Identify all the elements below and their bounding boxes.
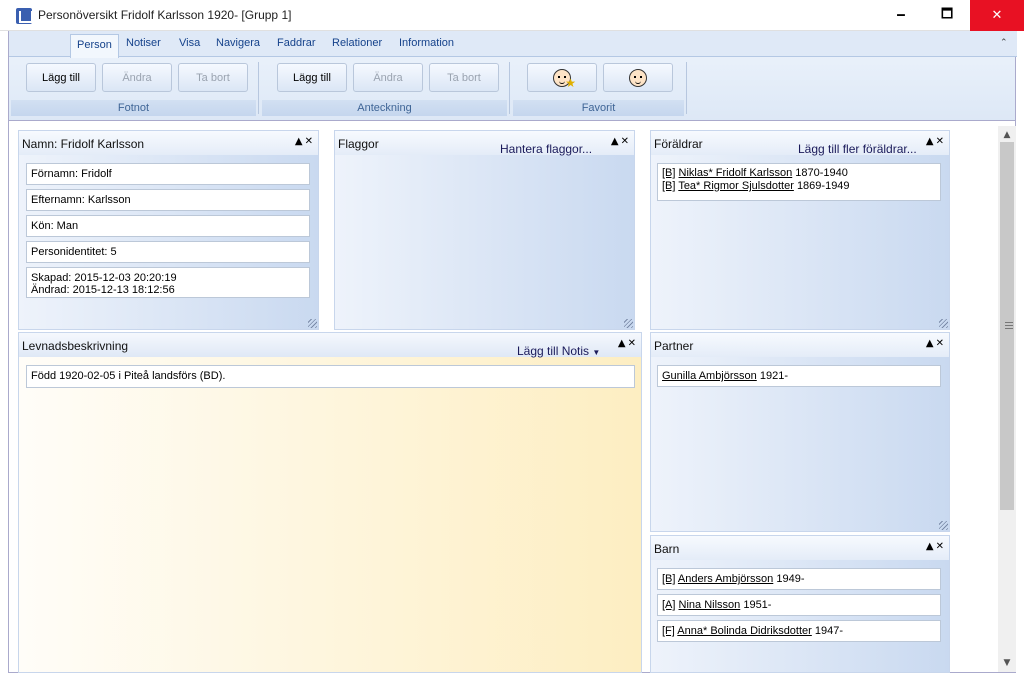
ribbon-tabs: Person Notiser Visa Navigera Faddrar Rel… [9, 31, 1017, 58]
group-label-fotnot: Fotnot [11, 100, 256, 116]
vertical-scrollbar[interactable]: ▲ ▼ [998, 126, 1016, 672]
work-area: Namn: Fridolf Karlsson ▲✕ Förnamn: Frido… [8, 120, 1016, 673]
resize-grip-icon[interactable] [939, 521, 948, 530]
group-divider [686, 62, 687, 114]
panel-controls[interactable]: ▲✕ [295, 136, 315, 147]
panel-namn: Namn: Fridolf Karlsson ▲✕ Förnamn: Frido… [18, 130, 319, 330]
created-modified-field[interactable]: Skapad: 2015-12-03 20:20:19 Ändrad: 2015… [26, 267, 310, 298]
biography-text[interactable]: Född 1920-02-05 i Piteå landsförs (BD). [26, 365, 635, 388]
panel-controls[interactable]: ▲✕ [618, 338, 638, 349]
group-favorit: ★ Favorit [513, 58, 687, 118]
panel-title: Föräldrar [654, 137, 703, 151]
anteckning-delete-button[interactable]: Ta bort [429, 63, 499, 92]
tab-information[interactable]: Information [399, 37, 454, 49]
app-icon [16, 8, 33, 24]
panel-title: Flaggor [338, 137, 379, 151]
title-bar: Personöversikt Fridolf Karlsson 1920- [G… [0, 0, 1024, 31]
close-button[interactable]: ✕ [970, 0, 1024, 31]
panel-controls[interactable]: ▲✕ [926, 338, 946, 349]
partner-list: Gunilla Ambjörsson 1921- [657, 365, 941, 387]
ribbon: Person Notiser Visa Navigera Faddrar Rel… [8, 31, 1017, 120]
group-fotnot: Lägg till Ändra Ta bort Fotnot [11, 58, 259, 118]
scroll-down-icon[interactable]: ▼ [998, 654, 1016, 672]
face-icon [629, 68, 647, 87]
face-star-icon: ★ [553, 68, 576, 90]
list-item[interactable]: [B] Niklas* Fridolf Karlsson 1870-1940 [662, 167, 940, 180]
ribbon-collapse-icon[interactable]: ⌃ [1000, 38, 1009, 48]
maximize-button[interactable]: 🗖 [924, 0, 970, 31]
resize-grip-icon[interactable] [939, 319, 948, 328]
anteckning-add-button[interactable]: Lägg till [277, 63, 347, 92]
fotnot-edit-button[interactable]: Ändra [102, 63, 172, 92]
panel-foraldrar: Föräldrar Lägg till fler föräldrar... ▲✕… [650, 130, 950, 330]
panel-partner: Partner ▲✕ Gunilla Ambjörsson 1921- [650, 332, 950, 532]
panel-barn: Barn ▲✕ [B] Anders Ambjörsson 1949- [A] … [650, 535, 950, 673]
fotnot-delete-button[interactable]: Ta bort [178, 63, 248, 92]
person-id-field[interactable]: Personidentitet: 5 [26, 241, 310, 263]
list-item[interactable]: [B] Tea* Rigmor Sjulsdotter 1869-1949 [662, 180, 940, 193]
group-label-favorit: Favorit [513, 100, 684, 116]
resize-grip-icon[interactable] [308, 319, 317, 328]
manage-flags-link[interactable]: Hantera flaggor... [500, 142, 592, 156]
minimize-button[interactable]: 🗕 [878, 0, 924, 31]
parents-list: [B] Niklas* Fridolf Karlsson 1870-1940 [… [657, 163, 941, 201]
add-parents-link[interactable]: Lägg till fler föräldrar... [798, 142, 917, 156]
group-divider [258, 62, 259, 114]
firstname-field[interactable]: Förnamn: Fridolf [26, 163, 310, 185]
panel-controls[interactable]: ▲✕ [926, 541, 946, 552]
panel-controls[interactable]: ▲✕ [926, 136, 946, 147]
panel-controls[interactable]: ▲✕ [611, 136, 631, 147]
tab-person[interactable]: Person [70, 34, 119, 58]
tab-visa[interactable]: Visa [179, 37, 200, 49]
add-note-link[interactable]: Lägg till Notis ▼ [517, 344, 600, 358]
panel-levnadsbeskrivning: Levnadsbeskrivning Lägg till Notis ▼ ▲✕ … [18, 332, 642, 673]
add-favorite-button[interactable]: ★ [527, 63, 597, 92]
panel-title: Levnadsbeskrivning [22, 339, 129, 353]
panel-flaggor: Flaggor Hantera flaggor... ▲✕ [334, 130, 635, 330]
lastname-field[interactable]: Efternamn: Karlsson [26, 189, 310, 211]
list-item[interactable]: [F] Anna* Bolinda Didriksdotter 1947- [657, 620, 941, 642]
panel-title: Barn [654, 542, 680, 556]
tab-faddrar[interactable]: Faddrar [277, 37, 316, 49]
resize-grip-icon[interactable] [624, 319, 633, 328]
dropdown-arrow-icon[interactable]: ▼ [592, 348, 600, 357]
tab-navigera[interactable]: Navigera [216, 37, 260, 49]
window-title: Personöversikt Fridolf Karlsson 1920- [G… [38, 8, 292, 22]
gender-field[interactable]: Kön: Man [26, 215, 310, 237]
anteckning-edit-button[interactable]: Ändra [353, 63, 423, 92]
tab-notiser[interactable]: Notiser [126, 37, 161, 49]
list-item[interactable]: Gunilla Ambjörsson 1921- [662, 370, 940, 383]
tab-relationer[interactable]: Relationer [332, 37, 382, 49]
fotnot-add-button[interactable]: Lägg till [26, 63, 96, 92]
group-label-anteckning: Anteckning [262, 100, 507, 116]
panel-title: Partner [654, 339, 694, 353]
scroll-thumb[interactable] [1000, 142, 1014, 510]
list-item[interactable]: [B] Anders Ambjörsson 1949- [657, 568, 941, 590]
group-anteckning: Lägg till Ändra Ta bort Anteckning [262, 58, 510, 118]
show-favorite-button[interactable] [603, 63, 673, 92]
panel-title: Namn: Fridolf Karlsson [22, 137, 145, 151]
list-item[interactable]: [A] Nina Nilsson 1951- [657, 594, 941, 616]
group-divider [509, 62, 510, 114]
